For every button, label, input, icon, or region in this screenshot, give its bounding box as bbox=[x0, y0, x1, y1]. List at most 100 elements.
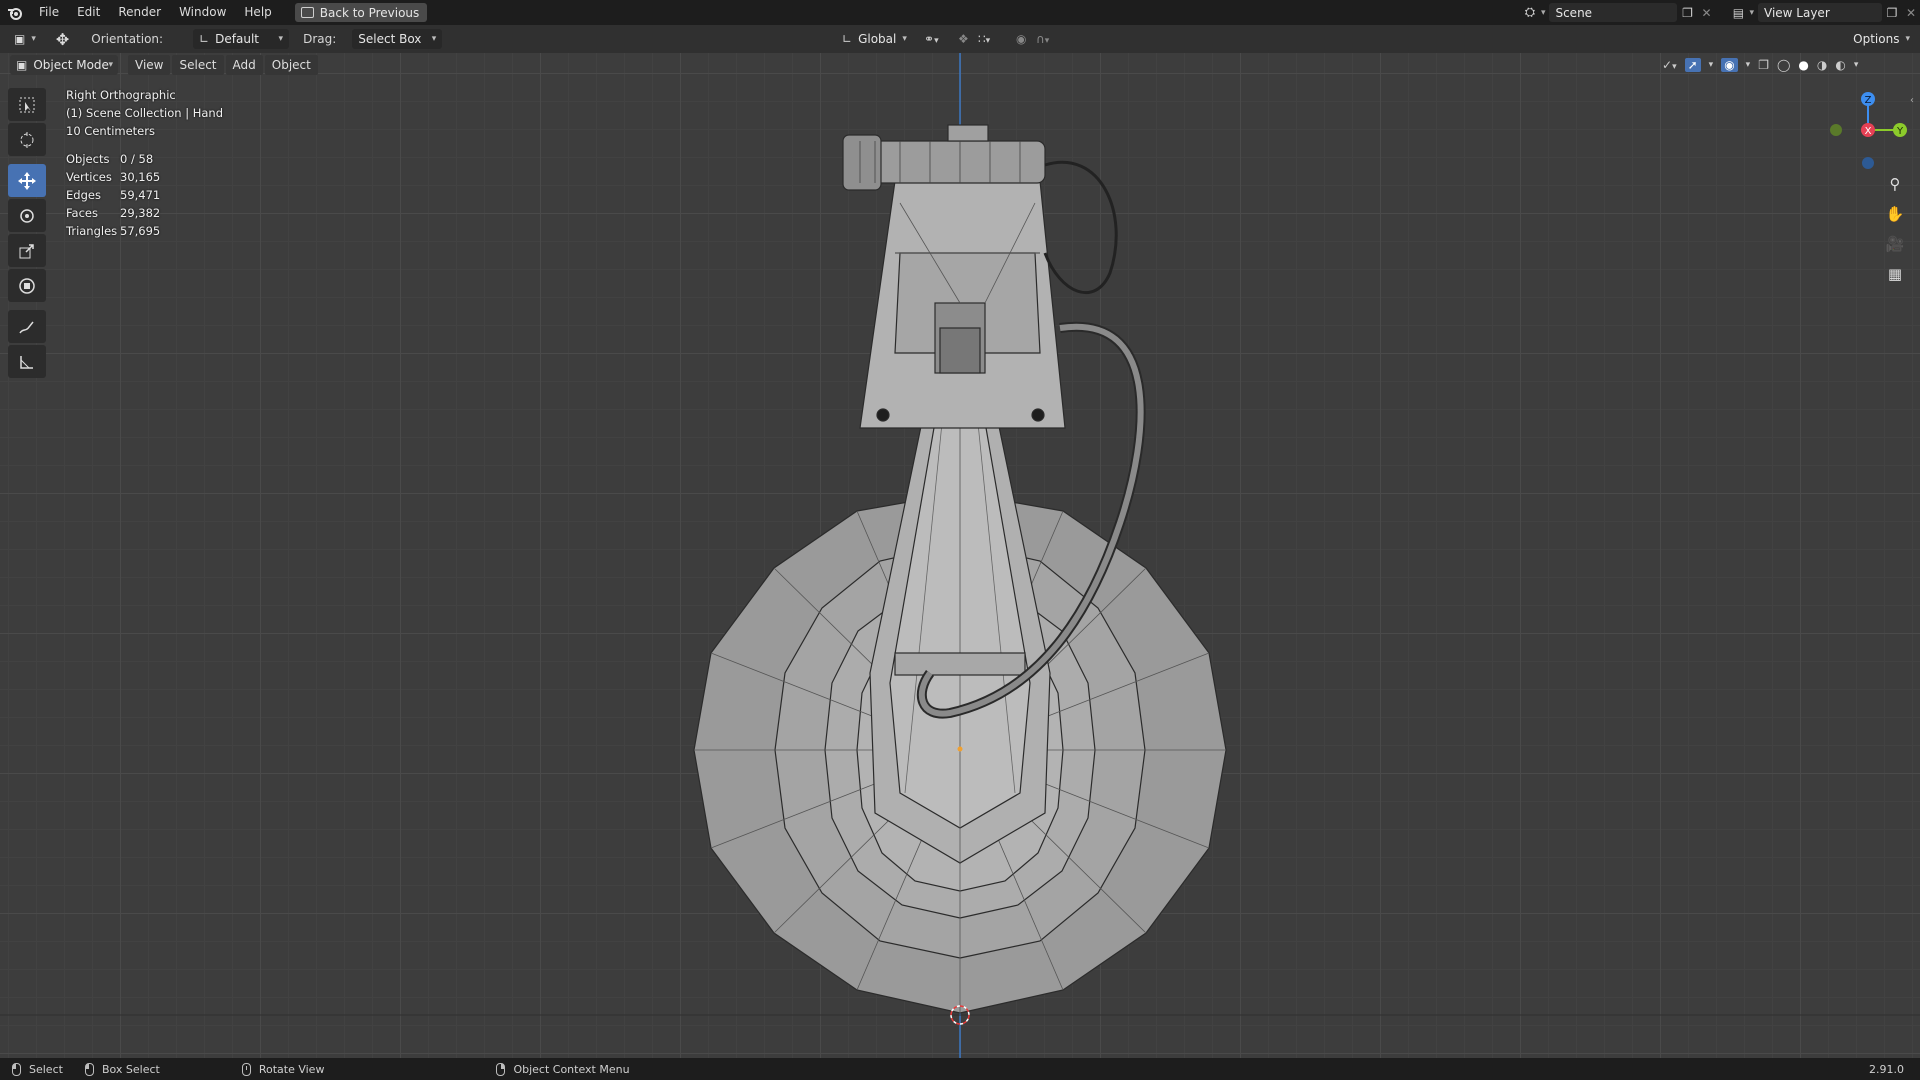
mode-dropdown[interactable]: ▣ Object Mode ▾ bbox=[10, 55, 118, 75]
menu-help[interactable]: Help bbox=[235, 0, 280, 25]
rotate-tool[interactable] bbox=[8, 199, 46, 232]
view-layer-name: View Layer bbox=[1764, 5, 1830, 20]
back-to-previous-button[interactable]: Back to Previous bbox=[294, 3, 428, 22]
orientation-value: Default bbox=[215, 32, 259, 46]
zoom-icon: ⚲ bbox=[1889, 175, 1901, 193]
scene-icon: ⛭ bbox=[1524, 5, 1536, 20]
transform-orientation-dropdown[interactable]: ∟ Global ▾ bbox=[836, 29, 914, 49]
camera-view-button[interactable]: 🎥 bbox=[1880, 230, 1910, 258]
wireframe-shading-icon[interactable]: ◯ bbox=[1777, 58, 1790, 72]
editor-type-icon: ▣ bbox=[14, 32, 26, 46]
delete-view-layer-icon[interactable]: ✕ bbox=[1902, 6, 1920, 20]
tool-shelf bbox=[8, 88, 50, 380]
solid-shading-icon[interactable]: ● bbox=[1798, 58, 1808, 72]
viewport-header: ▣ Object Mode ▾ View Select Add Object ✓▾… bbox=[0, 53, 1920, 77]
visibility-icon[interactable]: ✓▾ bbox=[1662, 58, 1677, 72]
scene-name-field[interactable]: Scene bbox=[1549, 3, 1678, 22]
mouse-drag-icon bbox=[84, 1062, 94, 1076]
material-shading-icon[interactable]: ◑ bbox=[1817, 58, 1827, 72]
status-bar: Select Box Select Rotate View Object Con… bbox=[0, 1058, 1920, 1080]
snap-target-icon[interactable]: ∷▾ bbox=[978, 32, 990, 46]
object-origin bbox=[957, 746, 963, 752]
menu-window[interactable]: Window bbox=[170, 0, 235, 25]
status-rotate-hint: Rotate View bbox=[241, 1062, 324, 1076]
workspace-selectors: ⛭ ▾ Scene ❐ ✕ ▤ ▾ View Layer ❐ ✕ bbox=[1519, 0, 1920, 25]
back-to-previous-label: Back to Previous bbox=[319, 5, 420, 20]
cursor-tool[interactable] bbox=[8, 123, 46, 156]
drag-dropdown[interactable]: Select Box ▾ bbox=[352, 29, 443, 49]
navigation-gizmo[interactable]: Z X Y bbox=[1820, 85, 1916, 175]
gizmo-neg-y-axis bbox=[1830, 124, 1842, 136]
model-head bbox=[859, 180, 1066, 429]
scene-statistics: Objects 0 / 58 Vertices 30,165 Edges 59,471… bbox=[66, 150, 160, 240]
perspective-toggle-button[interactable]: ▦ bbox=[1880, 260, 1910, 288]
editor-type-dropdown[interactable]: ▣ ▾ bbox=[8, 29, 42, 49]
drag-value: Select Box bbox=[358, 32, 422, 46]
viewport-menu-add[interactable]: Add bbox=[225, 55, 263, 75]
mouse-middle-icon bbox=[241, 1062, 251, 1076]
move-tool[interactable] bbox=[8, 164, 46, 197]
viewport-info-overlay: Right Orthographic (1) Scene Collection … bbox=[66, 86, 223, 140]
move-tool-active-icon: ✥ bbox=[55, 29, 70, 49]
mouse-left-icon bbox=[12, 1062, 21, 1076]
stat-faces: Faces 29,382 bbox=[66, 206, 161, 220]
model-neck bbox=[869, 382, 1051, 864]
3d-viewport[interactable]: ▣ Object Mode ▾ View Select Add Object ✓▾… bbox=[0, 53, 1920, 1058]
blender-logo-icon[interactable] bbox=[0, 0, 30, 25]
delete-scene-icon[interactable]: ✕ bbox=[1697, 6, 1715, 20]
orientation-label: Orientation: bbox=[91, 32, 164, 46]
view-layer-field[interactable]: View Layer bbox=[1758, 3, 1882, 22]
gizmo-x-label: X bbox=[1865, 126, 1872, 137]
hand-icon: ✋ bbox=[1885, 205, 1905, 223]
mode-value: Object Mode bbox=[33, 58, 109, 72]
tool-settings-header: ▣ ▾ ✥ Orientation: ∟ Default ▾ Drag: Selec… bbox=[0, 25, 1920, 53]
viewport-menu-select[interactable]: Select bbox=[172, 55, 224, 75]
gizmo-y-label: Y bbox=[1896, 126, 1904, 137]
options-dropdown[interactable]: Options ▾ bbox=[1847, 29, 1916, 49]
mouse-right-icon bbox=[496, 1062, 506, 1076]
scene-selector[interactable]: ⛭ ▾ Scene ❐ ✕ bbox=[1519, 3, 1716, 22]
measure-tool[interactable] bbox=[8, 345, 46, 378]
stat-objects: Objects 0 / 58 bbox=[66, 152, 154, 166]
scale-tool[interactable] bbox=[8, 234, 46, 267]
menu-render[interactable]: Render bbox=[109, 0, 170, 25]
orientation-icon: ∟ bbox=[199, 32, 210, 46]
model-scope bbox=[842, 124, 1046, 191]
select-box-tool[interactable] bbox=[8, 88, 46, 121]
view-layer-selector[interactable]: ▤ ▾ View Layer ❐ ✕ bbox=[1727, 3, 1920, 22]
view-layer-icon: ▤ bbox=[1732, 5, 1745, 20]
proportional-editing-icon[interactable]: ◉ bbox=[1016, 32, 1026, 46]
viewport-menu-object[interactable]: Object bbox=[264, 55, 318, 75]
grid-icon: ▦ bbox=[1887, 265, 1903, 283]
orientation-dropdown[interactable]: ∟ Default ▾ bbox=[193, 29, 290, 49]
transform-orientation-value: Global bbox=[858, 32, 897, 46]
shading-options-icon[interactable]: ▾ bbox=[1854, 60, 1859, 70]
stat-triangles: Triangles 57,695 bbox=[66, 224, 161, 238]
viewport-menu-view[interactable]: View bbox=[128, 55, 171, 75]
grid-scale: 10 Centimeters bbox=[66, 124, 155, 138]
pivot-point-icon[interactable]: ⚭▾ bbox=[924, 32, 939, 46]
new-scene-icon[interactable]: ❐ bbox=[1677, 6, 1697, 20]
gizmo-z-label: Z bbox=[1865, 95, 1872, 106]
menu-edit[interactable]: Edit bbox=[68, 0, 109, 25]
top-menu-bar: File Edit Render Window Help Back to Pre… bbox=[0, 0, 1920, 25]
drag-label: Drag: bbox=[303, 32, 337, 46]
stat-vertices: Vertices 30,165 bbox=[66, 170, 161, 184]
sidebar-toggle-icon[interactable]: ‹ bbox=[1910, 95, 1914, 106]
snap-icon[interactable]: ❖ bbox=[958, 32, 969, 46]
pan-view-button[interactable]: ✋ bbox=[1880, 200, 1910, 228]
camera-icon: 🎥 bbox=[1885, 235, 1905, 253]
rendered-shading-icon[interactable]: ◐ bbox=[1835, 58, 1845, 72]
falloff-icon[interactable]: ∩▾ bbox=[1036, 32, 1049, 46]
transform-tool[interactable] bbox=[8, 269, 46, 302]
xray-toggle-icon[interactable]: ❐ bbox=[1758, 58, 1769, 72]
gizmo-neg-z-axis bbox=[1862, 157, 1874, 169]
menu-file[interactable]: File bbox=[30, 0, 68, 25]
options-label: Options bbox=[1853, 32, 1900, 46]
zoom-view-button[interactable]: ⚲ bbox=[1880, 170, 1910, 198]
new-view-layer-icon[interactable]: ❐ bbox=[1882, 6, 1902, 20]
gizmo-toggle-icon[interactable]: ➚ bbox=[1684, 58, 1701, 72]
scene-name: Scene bbox=[1555, 5, 1593, 20]
overlay-toggle-icon[interactable]: ◉ bbox=[1721, 58, 1738, 72]
annotate-tool[interactable] bbox=[8, 310, 46, 343]
